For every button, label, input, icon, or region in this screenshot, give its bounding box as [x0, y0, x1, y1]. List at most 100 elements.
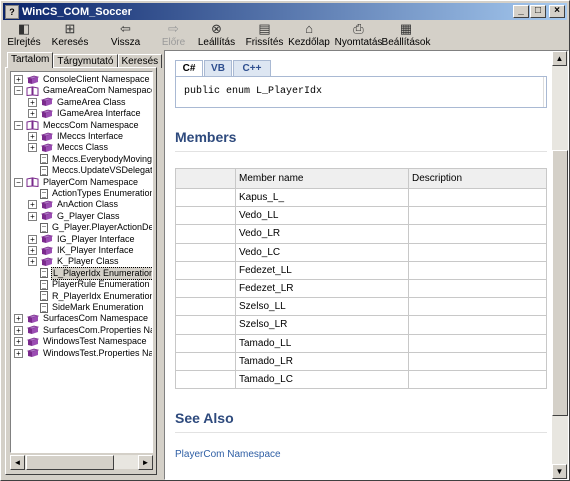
open-book-icon: [26, 86, 42, 96]
language-tab[interactable]: VB: [204, 60, 232, 76]
toolbar-button[interactable]: ⊞ Keresés: [45, 21, 95, 48]
tree-item[interactable]: L_PlayerIdx Enumeration: [28, 266, 152, 280]
page-icon: [40, 268, 48, 279]
tree-item-label: SideMark Enumeration: [52, 302, 144, 312]
tree-item[interactable]: ActionTypes Enumeration: [28, 188, 152, 199]
tree-item[interactable]: + G_Player Class: [28, 211, 121, 222]
language-tab[interactable]: C++: [233, 60, 271, 76]
locate-icon: ⊞: [64, 21, 76, 36]
book-icon: [26, 75, 42, 85]
toolbar-button-label: Leállítás: [197, 37, 236, 48]
page-icon: [40, 165, 48, 176]
toolbar-button-label: Vissza: [110, 37, 141, 48]
collapse-icon[interactable]: −: [14, 86, 23, 96]
expand-icon[interactable]: +: [14, 75, 23, 84]
tree-item[interactable]: + GameArea Class: [28, 97, 127, 108]
tree-item-label: G_Player Class: [57, 210, 120, 221]
tree-item[interactable]: + AnAction Class: [28, 199, 119, 210]
minimize-button[interactable]: _: [513, 5, 529, 18]
toolbar-button[interactable]: ⇦ Vissza: [102, 21, 149, 48]
expand-icon[interactable]: +: [28, 211, 37, 221]
scroll-thumb[interactable]: [26, 455, 114, 470]
table-row: Tamado_LC: [175, 369, 547, 390]
tree-item[interactable]: + WindowsTest Namespace: [14, 336, 148, 347]
tree-item[interactable]: + IK_Player Interface: [28, 245, 135, 256]
tree-item[interactable]: − GameAreaCom Namespace: [14, 85, 152, 96]
tab-contents[interactable]: Tartalom: [7, 52, 54, 68]
close-button[interactable]: ×: [549, 5, 565, 18]
tree-item[interactable]: Meccs.UpdateVSDelegate D: [28, 165, 152, 176]
collapse-icon[interactable]: −: [14, 120, 23, 130]
member-description: [408, 224, 547, 244]
tree-item[interactable]: − PlayerCom Namespace: [14, 177, 139, 188]
tree-item[interactable]: G_Player.PlayerActionDelega: [28, 222, 152, 233]
toolbar-button-label: Beállítások: [381, 37, 431, 48]
expand-icon[interactable]: +: [28, 97, 37, 107]
tree-item[interactable]: + Meccs Class: [28, 142, 109, 153]
tree-item[interactable]: + SurfacesCom.Properties Namesp: [14, 325, 152, 336]
expand-icon[interactable]: +: [28, 257, 37, 267]
tree-item[interactable]: + SurfacesCom Namespace: [14, 313, 149, 324]
scroll-down-button[interactable]: ▼: [552, 464, 567, 479]
page-icon: [40, 222, 48, 233]
contents-tree[interactable]: + ConsoleClient Namespace − GameAreaCom Nam…: [10, 71, 153, 453]
expand-icon[interactable]: +: [28, 132, 37, 141]
tree-item[interactable]: Meccs.EverybodyMovingDe: [28, 154, 152, 165]
expand-icon[interactable]: +: [28, 109, 37, 119]
divider: [175, 151, 547, 152]
language-tab[interactable]: C#: [175, 60, 203, 76]
toolbar-button[interactable]: ⊗ Leállítás: [195, 21, 238, 48]
scroll-left-button[interactable]: ◄: [10, 455, 25, 470]
tab-search[interactable]: Keresés: [117, 54, 163, 68]
member-name: Tamado_LR: [235, 351, 409, 371]
content-vertical-scrollbar[interactable]: ▲ ▼: [552, 51, 568, 479]
playercom-namespace-link[interactable]: PlayerCom Namespace: [175, 449, 547, 460]
toolbar-button[interactable]: ▤ Frissítés: [243, 21, 286, 48]
tree-item-label: Meccs Class: [57, 142, 109, 153]
expand-icon[interactable]: +: [28, 234, 37, 244]
member-description: [408, 242, 547, 262]
title-bar[interactable]: ? WinCS_COM_Soccer _ □ ×: [3, 3, 567, 20]
table-row: Kapus_L_: [175, 187, 547, 208]
window-title: WinCS_COM_Soccer: [22, 5, 132, 18]
syntax-box: public enum L_PlayerIdx: [175, 76, 547, 108]
expand-icon[interactable]: +: [28, 143, 37, 153]
tree-item[interactable]: − MeccsCom Namespace: [14, 120, 140, 131]
toolbar-button[interactable]: ◧ Elrejtés: [5, 21, 43, 48]
toolbar-button[interactable]: ▦ Beállítások: [381, 21, 431, 48]
tree-item-label: IGameArea Interface: [57, 108, 141, 119]
tree-item-label: K_Player Class: [57, 256, 119, 267]
contents-panel: + ConsoleClient Namespace − GameAreaCom Nam…: [5, 67, 157, 475]
expand-icon[interactable]: +: [14, 314, 23, 324]
collapse-icon[interactable]: −: [14, 177, 23, 187]
maximize-button[interactable]: □: [530, 5, 546, 18]
app-window: ? WinCS_COM_Soccer _ □ × ◧ Elrejtés ⊞ Keres…: [0, 0, 570, 481]
expand-icon[interactable]: +: [14, 325, 23, 335]
expand-icon[interactable]: +: [14, 337, 23, 347]
tree-item[interactable]: + IG_Player Interface: [28, 234, 136, 245]
tree-item[interactable]: R_PlayerIdx Enumeration: [28, 291, 152, 302]
scroll-thumb[interactable]: [552, 150, 568, 416]
expand-icon[interactable]: +: [28, 200, 37, 210]
tree-item[interactable]: PlayerRule Enumeration: [28, 279, 151, 290]
expand-icon[interactable]: +: [28, 246, 37, 255]
toolbar-button[interactable]: ⎙ Nyomtatás: [332, 21, 385, 48]
toolbar-button-label: Nyomtatás: [334, 37, 383, 48]
scroll-right-button[interactable]: ►: [138, 455, 153, 470]
scroll-up-button[interactable]: ▲: [552, 51, 567, 66]
tree-item[interactable]: + IGameArea Interface: [28, 108, 142, 119]
tree-item[interactable]: + IMeccs Interface: [28, 131, 124, 142]
table-row: Tamado_LL: [175, 333, 547, 353]
tree-item[interactable]: + K_Player Class: [28, 256, 120, 267]
tree-item-label: WindowsTest.Properties Namesp: [43, 347, 152, 358]
tab-index[interactable]: Tárgymutató: [53, 54, 118, 68]
tree-horizontal-scrollbar[interactable]: ◄ ►: [10, 454, 153, 470]
toolbar-button[interactable]: ⌂ Kezdőlap: [288, 21, 330, 48]
expand-icon[interactable]: +: [14, 348, 23, 358]
tree-item[interactable]: + WindowsTest.Properties Namesp: [14, 347, 152, 359]
divider: [175, 432, 547, 434]
home-icon: ⌂: [305, 21, 313, 36]
member-icon-cell: [175, 369, 236, 390]
tree-item[interactable]: + ConsoleClient Namespace: [14, 74, 151, 85]
tree-item[interactable]: SideMark Enumeration: [28, 302, 145, 313]
